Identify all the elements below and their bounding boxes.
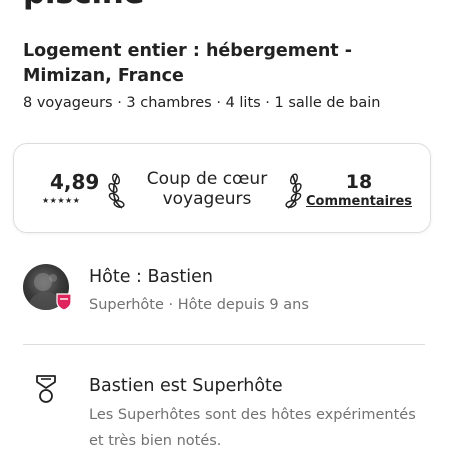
superhost-badge-icon xyxy=(56,293,72,311)
reviews-link[interactable]: Commentaires xyxy=(305,194,413,210)
laurel-right-icon xyxy=(285,173,302,209)
superhost-description: Les Superhôtes sont des hôtes expériment… xyxy=(89,407,416,449)
guest-favorite-line2: voyageurs xyxy=(162,189,252,209)
listing-details: 8 voyageurs · 3 chambres · 4 lits · 1 sa… xyxy=(23,95,381,111)
listing-type-location: Logement entier : hébergement - Mimizan,… xyxy=(23,41,352,86)
guest-favorite-line1: Coup de cœur xyxy=(146,169,268,189)
rating-score: 4,89 xyxy=(50,170,100,194)
laurel-left-icon xyxy=(108,173,125,209)
superhost-title: Bastien est Superhôte xyxy=(89,376,283,396)
guest-favorite-card[interactable]: 4,89 ★★★★★ Coup de cœur voyageurs 18 Com… xyxy=(13,143,431,233)
listing-title: piscine xyxy=(23,0,145,9)
superhost-medal-icon xyxy=(36,375,56,403)
rating-stars: ★★★★★ xyxy=(42,196,81,205)
section-divider xyxy=(23,344,425,345)
guest-favorite-label: Coup de cœur voyageurs xyxy=(132,169,282,209)
reviews-count: 18 xyxy=(345,171,373,193)
host-name[interactable]: Hôte : Bastien xyxy=(89,266,213,288)
host-subtitle: Superhôte · Hôte depuis 9 ans xyxy=(89,297,309,313)
